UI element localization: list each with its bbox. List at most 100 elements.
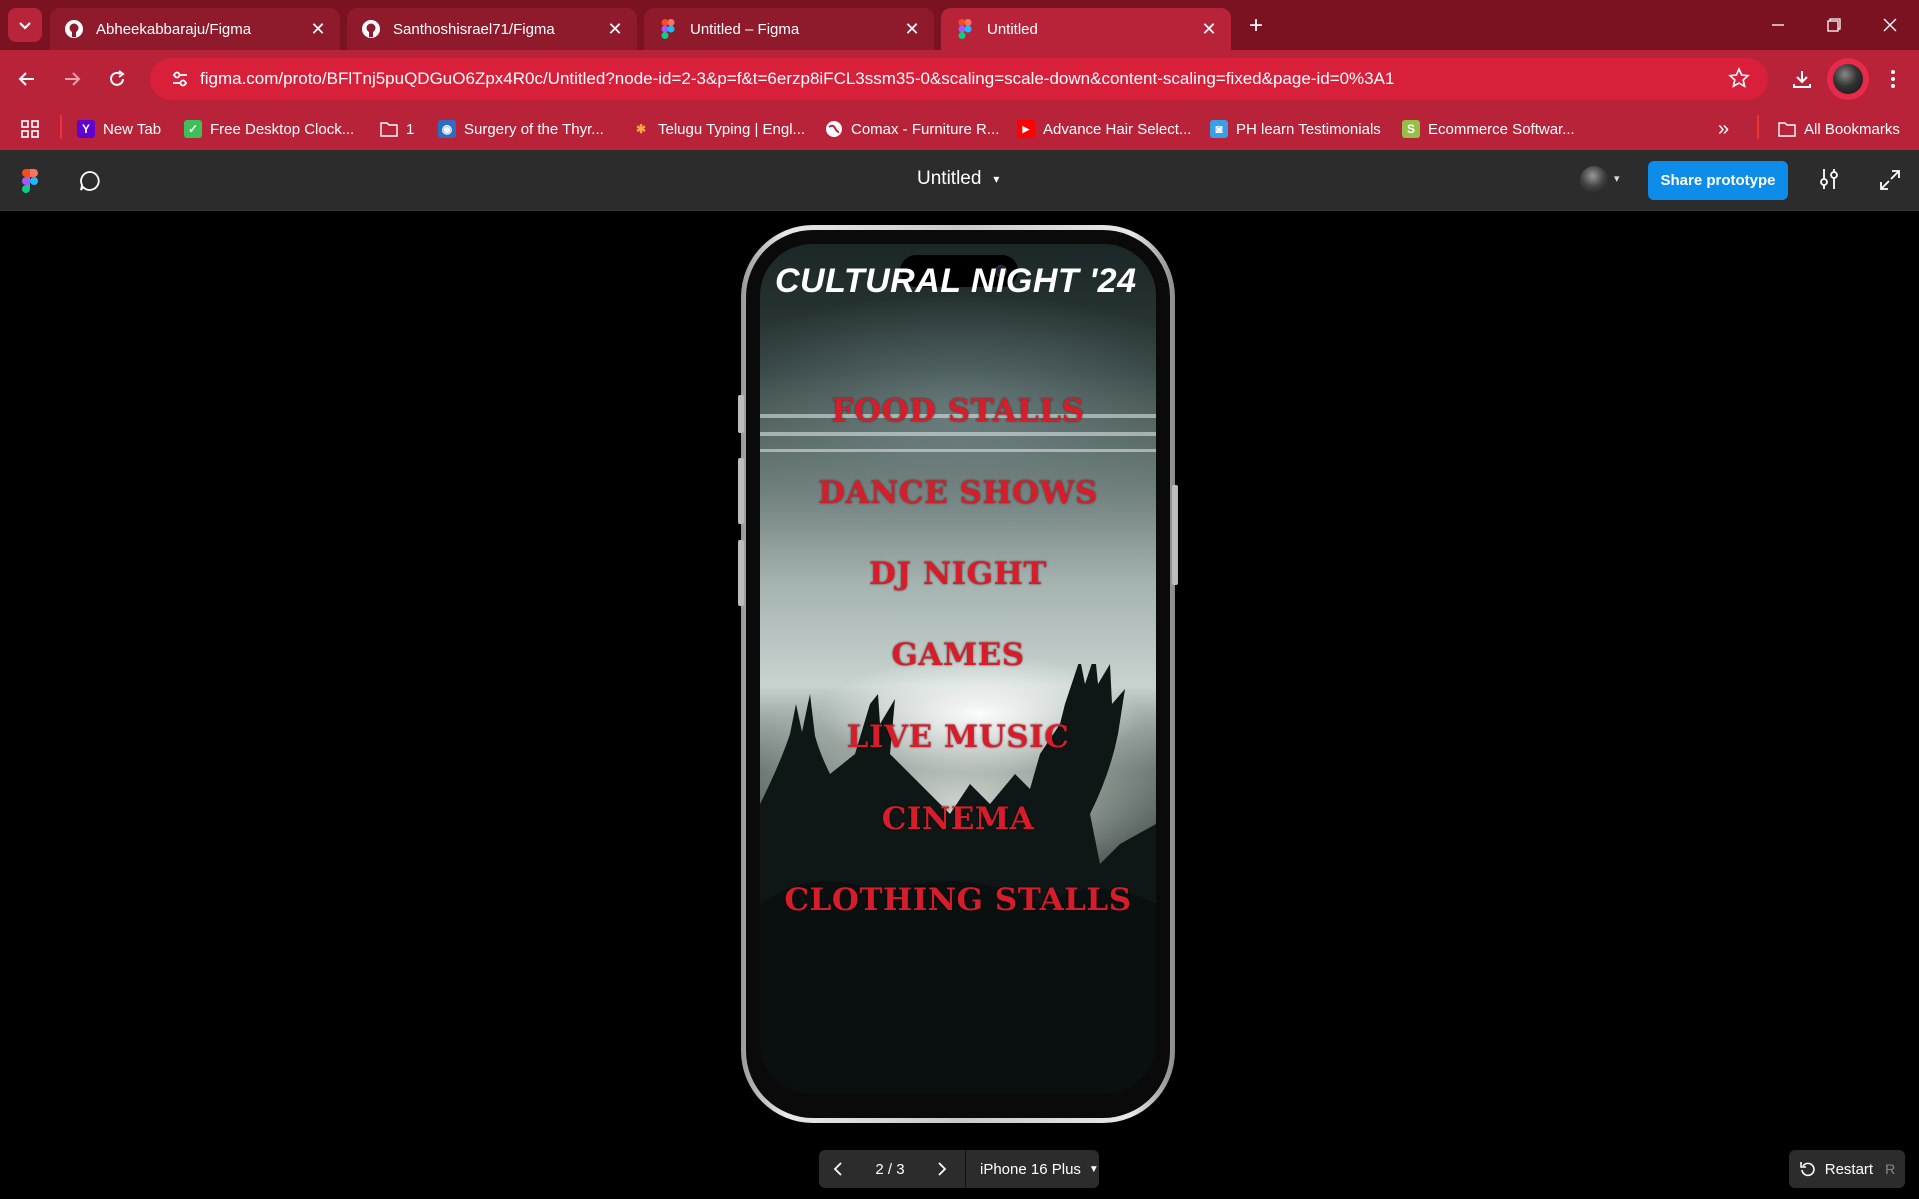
bookmark-ecommerce[interactable]: S Ecommerce Softwar... [1402, 116, 1575, 142]
figma-icon [955, 19, 975, 39]
arrow-right-icon [65, 72, 81, 86]
reload-button[interactable] [100, 62, 134, 96]
event-title: CULTURAL NIGHT '24 [775, 262, 1137, 300]
figma-prototype-header: Untitled ▾ ▾ Share prototype [0, 150, 1919, 211]
tab-untitled-figma[interactable]: Untitled – Figma ✕ [644, 8, 934, 50]
minimize-icon [1772, 24, 1784, 26]
bookmark-ph-learn[interactable]: ◙ PH learn Testimonials [1210, 116, 1381, 142]
bookmark-label: Surgery of the Thyr... [464, 120, 604, 138]
chevron-double-right-icon: » [1718, 117, 1730, 140]
arrow-left-icon [18, 72, 34, 86]
bookmark-label: Comax - Furniture R... [851, 120, 1000, 138]
close-icon [1883, 18, 1897, 32]
figma-logo-icon[interactable] [22, 169, 38, 198]
chevron-down-icon: ▼ [1088, 1163, 1099, 1175]
comment-icon[interactable] [78, 169, 102, 198]
close-icon[interactable]: ✕ [898, 15, 926, 43]
bookmark-star-icon[interactable] [1728, 66, 1750, 94]
menu-item-clothing-stalls[interactable]: CLOTHING STALLS [760, 882, 1156, 918]
shopify-icon: S [1402, 120, 1420, 138]
camera-icon: ◙ [1210, 120, 1228, 138]
previous-frame-button[interactable] [819, 1150, 857, 1188]
bookmark-folder-1[interactable]: 1 [380, 116, 414, 142]
menu-item-food-stalls[interactable]: FOOD STALLS [760, 393, 1156, 429]
close-window-button[interactable] [1862, 0, 1918, 50]
downloads-button[interactable] [1785, 62, 1819, 96]
more-bookmarks-button[interactable]: » [1718, 116, 1729, 142]
tab-title: Abheekabbaraju/Figma [96, 20, 252, 38]
site-settings-icon[interactable] [160, 69, 200, 89]
browser-menu-button[interactable] [1876, 62, 1910, 96]
apps-grid-icon [21, 120, 39, 138]
bookmark-label: Ecommerce Softwar... [1428, 120, 1575, 138]
minimize-button[interactable] [1750, 0, 1806, 50]
tab-abheekabbaraju[interactable]: Abheekabbaraju/Figma ✕ [50, 8, 340, 50]
file-title-menu[interactable]: Untitled ▾ [917, 168, 999, 190]
tab-untitled-active[interactable]: Untitled ✕ [941, 8, 1231, 50]
clock-icon: ✓ [184, 120, 202, 138]
fullscreen-icon[interactable] [1879, 169, 1901, 196]
bookmark-surgery[interactable]: ◉ Surgery of the Thyr... [438, 116, 604, 142]
chevron-down-icon[interactable]: ▾ [1614, 172, 1620, 185]
shortcut-key: R [1885, 1161, 1896, 1177]
device-label: iPhone 16 Plus [980, 1160, 1081, 1178]
chevron-right-icon [938, 1162, 947, 1176]
forward-button[interactable] [55, 62, 89, 96]
bookmark-new-tab[interactable]: Y New Tab [77, 116, 161, 142]
url-text[interactable]: figma.com/proto/BFlTnj5puQDGuO6Zpx4R0c/U… [200, 69, 1394, 89]
address-bar[interactable]: figma.com/proto/BFlTnj5puQDGuO6Zpx4R0c/U… [150, 58, 1768, 100]
chevron-down-icon: ▾ [993, 172, 1000, 186]
phone-side-button [738, 458, 744, 524]
bookmark-label: Telugu Typing | Engl... [658, 120, 806, 138]
tab-strip: Abheekabbaraju/Figma ✕ Santhoshisrael71/… [0, 0, 1919, 50]
bookmark-advance-hair[interactable]: ▶ Advance Hair Select... [1017, 116, 1191, 142]
menu-item-cinema[interactable]: CINEMA [760, 801, 1156, 837]
tab-title: Untitled – Figma [690, 20, 800, 38]
tab-santhoshisrael[interactable]: Santhoshisrael71/Figma ✕ [347, 8, 637, 50]
folder-icon [1778, 120, 1796, 138]
profile-button[interactable] [1827, 58, 1869, 100]
phone-side-button [738, 540, 744, 606]
bookmark-label: 1 [406, 120, 415, 138]
close-icon[interactable]: ✕ [1195, 15, 1223, 43]
bookmark-label: Advance Hair Select... [1043, 120, 1192, 138]
github-icon [361, 19, 381, 39]
download-icon [1793, 71, 1811, 88]
restart-button[interactable]: Restart R [1789, 1150, 1905, 1188]
bookmark-telugu[interactable]: ✱ Telugu Typing | Engl... [632, 116, 805, 142]
yahoo-icon: Y [77, 120, 95, 138]
bookmark-divider [60, 115, 62, 139]
new-tab-button[interactable]: + [1240, 10, 1272, 42]
apps-button[interactable] [20, 116, 40, 142]
avatar[interactable] [1580, 166, 1608, 194]
phone-side-button [1172, 485, 1178, 585]
share-prototype-button[interactable]: Share prototype [1648, 161, 1788, 200]
file-title: Untitled [917, 168, 982, 189]
bookmark-desktop-clock[interactable]: ✓ Free Desktop Clock... [184, 116, 354, 142]
bookmark-divider [1757, 115, 1759, 139]
tab-search-button[interactable] [8, 8, 42, 42]
back-button[interactable] [10, 62, 44, 96]
restore-button[interactable] [1806, 0, 1862, 50]
all-bookmarks-button[interactable]: All Bookmarks [1778, 116, 1900, 142]
menu-item-dance-shows[interactable]: DANCE SHOWS [760, 475, 1156, 511]
menu-item-live-music[interactable]: LIVE MUSIC [760, 719, 1156, 755]
restart-icon [1799, 1162, 1815, 1177]
device-select[interactable]: iPhone 16 Plus ▼ [970, 1161, 1099, 1178]
close-icon[interactable]: ✕ [601, 15, 629, 43]
bookmark-label: Free Desktop Clock... [210, 120, 355, 138]
bookmark-comax[interactable]: Comax - Furniture R... [825, 116, 999, 142]
close-icon[interactable]: ✕ [304, 15, 332, 43]
folder-icon [380, 120, 398, 138]
next-frame-button[interactable] [923, 1150, 961, 1188]
reload-icon [110, 70, 125, 86]
chevron-down-icon [19, 22, 31, 30]
menu-item-dj-night[interactable]: DJ NIGHT [760, 556, 1156, 592]
globe-icon: ◉ [438, 120, 456, 138]
all-bookmarks-label: All Bookmarks [1804, 120, 1900, 138]
tab-title: Untitled [987, 20, 1038, 38]
plus-icon: + [1248, 12, 1263, 39]
settings-sliders-icon[interactable] [1818, 167, 1840, 196]
phone-side-button [738, 395, 744, 433]
menu-item-games[interactable]: GAMES [760, 637, 1156, 673]
